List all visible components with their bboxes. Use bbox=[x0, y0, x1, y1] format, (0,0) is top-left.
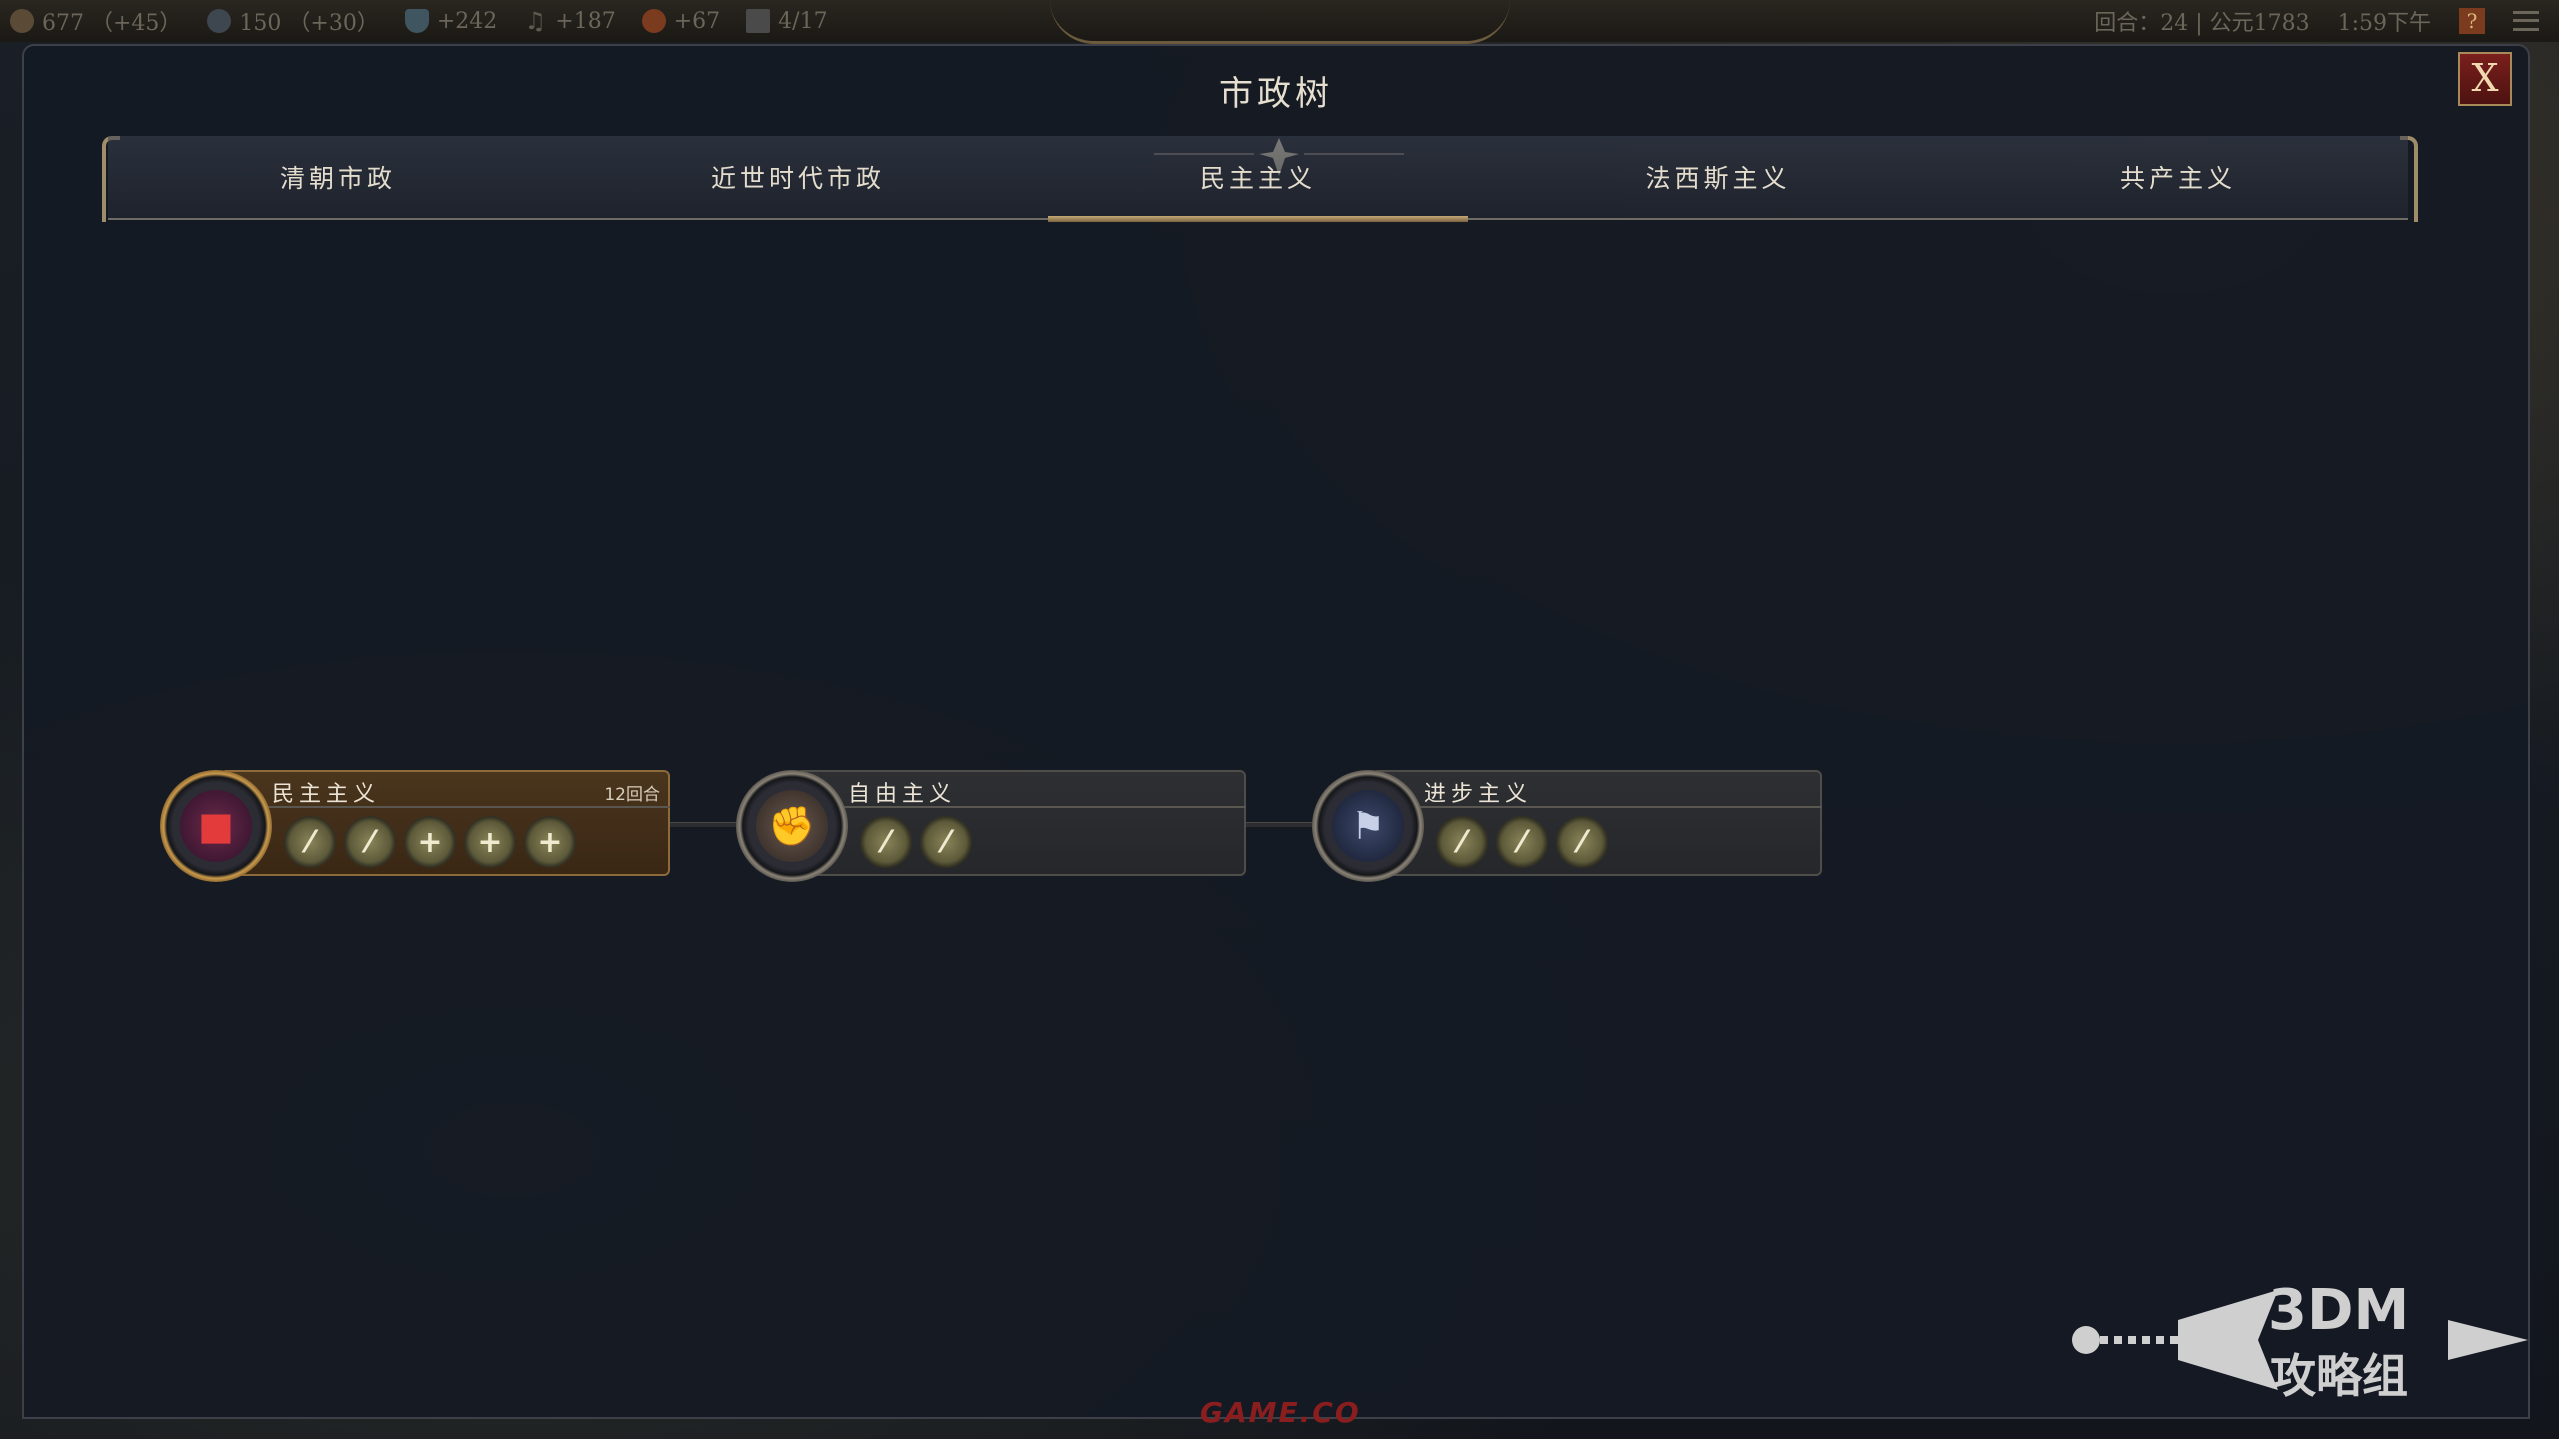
plus-icon[interactable]: + bbox=[524, 816, 576, 868]
civic-turns: 12回合 bbox=[604, 785, 660, 805]
civic-node-liberalism[interactable]: 自由主义 ✊ ⁄ ⁄ bbox=[736, 724, 1246, 882]
plus-icon[interactable]: + bbox=[464, 816, 516, 868]
quill-icon[interactable]: ⁄ bbox=[344, 816, 396, 868]
turn-info: 回合：24 | 公元1783 bbox=[2094, 11, 2310, 36]
clock: 1:59下午 bbox=[2337, 11, 2431, 36]
quill-icon[interactable]: ⁄ bbox=[1496, 816, 1548, 868]
resource-influence: 150 （+30） bbox=[207, 5, 379, 37]
quill-icon[interactable]: ⁄ bbox=[1556, 816, 1608, 868]
tab-fascism[interactable]: 法西斯主义 bbox=[1488, 136, 1948, 218]
resource-science-value: +242 bbox=[436, 8, 498, 34]
civic-unlocks: ⁄ ⁄ ⁄ bbox=[1436, 816, 1608, 868]
resource-cities: 4/17 bbox=[746, 8, 828, 34]
help-icon[interactable]: ? bbox=[2459, 8, 2485, 34]
quill-icon[interactable]: ⁄ bbox=[1436, 816, 1488, 868]
civic-name: 民主主义 bbox=[272, 782, 381, 807]
plus-icon[interactable]: + bbox=[404, 816, 456, 868]
menu-icon[interactable] bbox=[2513, 11, 2539, 31]
topbar-right-group: 回合：24 | 公元1783 1:59下午 ? bbox=[2094, 0, 2559, 42]
era-tab-bar: 清朝市政 近世时代市政 民主主义 法西斯主义 共产主义 bbox=[108, 136, 2408, 222]
flag-icon: ⚑ bbox=[1332, 790, 1404, 862]
globe-icon bbox=[207, 9, 232, 33]
gold-icon bbox=[641, 9, 666, 33]
resource-gold-value: +67 bbox=[673, 8, 721, 34]
resource-food-value: 677 （+45） bbox=[42, 11, 182, 36]
quill-icon[interactable]: ⁄ bbox=[284, 816, 336, 868]
resource-cities-value: 4/17 bbox=[778, 8, 828, 34]
civic-name: 自由主义 bbox=[848, 782, 957, 807]
tab-early-modern-civics[interactable]: 近世时代市政 bbox=[568, 136, 1028, 218]
top-resource-bar: 677 （+45） 150 （+30） +242 ♫ +187 +67 4/17… bbox=[0, 0, 2559, 44]
top-center-ornament bbox=[1050, 0, 1510, 44]
civic-node-democracy[interactable]: 民主主义 12回合 ■ ⁄ ⁄ + + + bbox=[160, 724, 670, 882]
tab-communism[interactable]: 共产主义 bbox=[1948, 136, 2408, 218]
civic-unlocks: ⁄ ⁄ bbox=[860, 816, 972, 868]
civic-medallion[interactable]: ■ bbox=[160, 770, 272, 882]
close-button[interactable]: X bbox=[2458, 52, 2512, 106]
watermark-brand-sub: 攻略组 bbox=[2270, 1349, 2408, 1403]
civic-medallion[interactable]: ⚑ bbox=[1312, 770, 1424, 882]
resource-culture: ♫ +187 bbox=[523, 7, 616, 35]
city-icon bbox=[746, 9, 771, 33]
resource-culture-value: +187 bbox=[555, 8, 616, 34]
watermark-brand: 3DM bbox=[2268, 1278, 2410, 1343]
civic-node-progressivism[interactable]: 进步主义 ⚑ ⁄ ⁄ ⁄ bbox=[1312, 724, 1822, 882]
resource-food: 677 （+45） bbox=[10, 5, 181, 37]
watermark-bottom: GAME.CO bbox=[1200, 1396, 1361, 1429]
ballot-box-icon: ■ bbox=[180, 790, 252, 862]
quill-icon[interactable]: ⁄ bbox=[860, 816, 912, 868]
resource-gold: +67 bbox=[641, 8, 721, 34]
civic-name: 进步主义 bbox=[1424, 782, 1533, 807]
civic-unlocks: ⁄ ⁄ + + + bbox=[284, 816, 576, 868]
tab-democracy[interactable]: 民主主义 bbox=[1028, 136, 1488, 222]
raised-fist-icon: ✊ bbox=[756, 790, 828, 862]
quill-icon[interactable]: ⁄ bbox=[920, 816, 972, 868]
music-icon: ♫ bbox=[524, 7, 547, 35]
food-icon bbox=[10, 9, 34, 33]
civic-medallion[interactable]: ✊ bbox=[736, 770, 848, 882]
flask-icon bbox=[404, 9, 429, 33]
resource-influence-value: 150 （+30） bbox=[239, 11, 379, 36]
tab-qing-civics[interactable]: 清朝市政 bbox=[108, 136, 568, 218]
resource-science: +242 bbox=[404, 8, 498, 34]
modal-title: 市政树 bbox=[1219, 74, 1333, 114]
